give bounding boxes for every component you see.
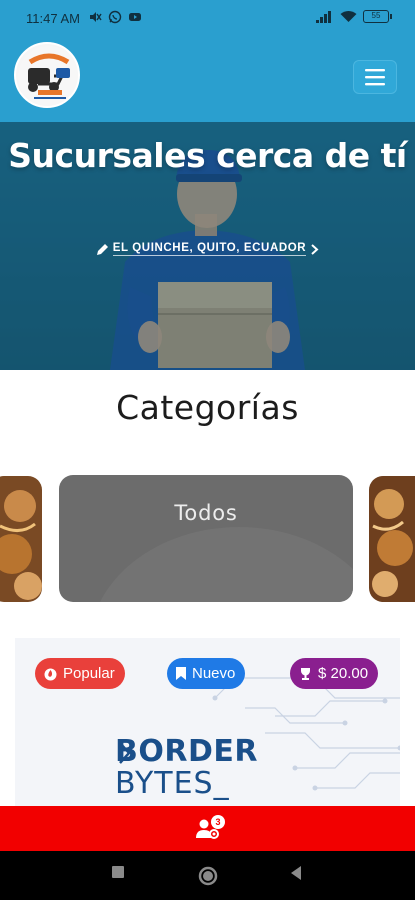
food-image bbox=[369, 476, 415, 602]
brand-line2: BYTES_ bbox=[115, 766, 230, 801]
youtube-icon bbox=[129, 13, 141, 21]
status-left-icons bbox=[88, 10, 142, 24]
active-users-count: 3 bbox=[211, 815, 225, 829]
hamburger-menu-button[interactable] bbox=[353, 60, 397, 94]
delivery-logo-icon[interactable] bbox=[14, 42, 80, 108]
location-selector[interactable]: EL QUINCHE, QUITO, ECUADOR bbox=[0, 242, 415, 256]
card-decoration bbox=[89, 527, 353, 602]
status-time: 11:47 AM bbox=[26, 11, 80, 26]
recents-square-icon[interactable] bbox=[111, 865, 125, 879]
brand-line1: BORDER bbox=[115, 734, 258, 769]
brand-wordmark: BORDER BYTES_ bbox=[115, 736, 258, 800]
category-card-next[interactable] bbox=[369, 476, 415, 602]
status-right-icons: 55 bbox=[316, 10, 392, 23]
badge-popular-label: Popular bbox=[63, 665, 115, 682]
categories-title: Categorías bbox=[116, 388, 299, 427]
mute-icon bbox=[90, 12, 102, 22]
product-card[interactable]: Popular Nuevo $ 20.00 BORDER BYTES_ bbox=[15, 638, 400, 808]
back-triangle-icon[interactable] bbox=[289, 865, 303, 881]
pencil-icon bbox=[96, 243, 108, 255]
trophy-icon bbox=[301, 668, 310, 680]
badge-popular: Popular bbox=[35, 658, 125, 689]
system-navigation-bar bbox=[0, 851, 415, 900]
signal-icon bbox=[316, 10, 331, 23]
category-card-todos[interactable]: Todos bbox=[59, 475, 353, 602]
food-image bbox=[0, 476, 42, 602]
wifi-icon bbox=[340, 11, 357, 22]
location-text: EL QUINCHE, QUITO, ECUADOR bbox=[112, 242, 307, 256]
app-header bbox=[0, 36, 415, 122]
hero-banner: Sucursales cerca de tí EL QUINCHE, QUITO… bbox=[0, 122, 415, 370]
bookmark-icon bbox=[176, 667, 186, 680]
hero-title: Sucursales cerca de tí bbox=[8, 136, 407, 175]
badge-price-label: $ 20.00 bbox=[318, 665, 369, 682]
status-bar: 11:47 AM 55 bbox=[0, 0, 415, 36]
active-users-bar[interactable]: 3 bbox=[0, 806, 415, 851]
badge-price: $ 20.00 bbox=[290, 658, 379, 689]
home-circle-icon[interactable] bbox=[198, 866, 218, 886]
badge-new: Nuevo bbox=[167, 658, 246, 689]
whatsapp-icon bbox=[108, 10, 122, 24]
battery-indicator: 55 bbox=[363, 10, 392, 23]
badge-new-label: Nuevo bbox=[192, 665, 236, 682]
category-card-previous[interactable] bbox=[0, 476, 42, 602]
flame-icon bbox=[44, 668, 57, 681]
chevron-right-icon bbox=[311, 243, 319, 255]
app-screen: 11:47 AM 55 Sucursales cerca de tí EL QU… bbox=[0, 0, 415, 900]
category-label: Todos bbox=[174, 501, 238, 525]
hamburger-menu-icon bbox=[365, 69, 385, 86]
